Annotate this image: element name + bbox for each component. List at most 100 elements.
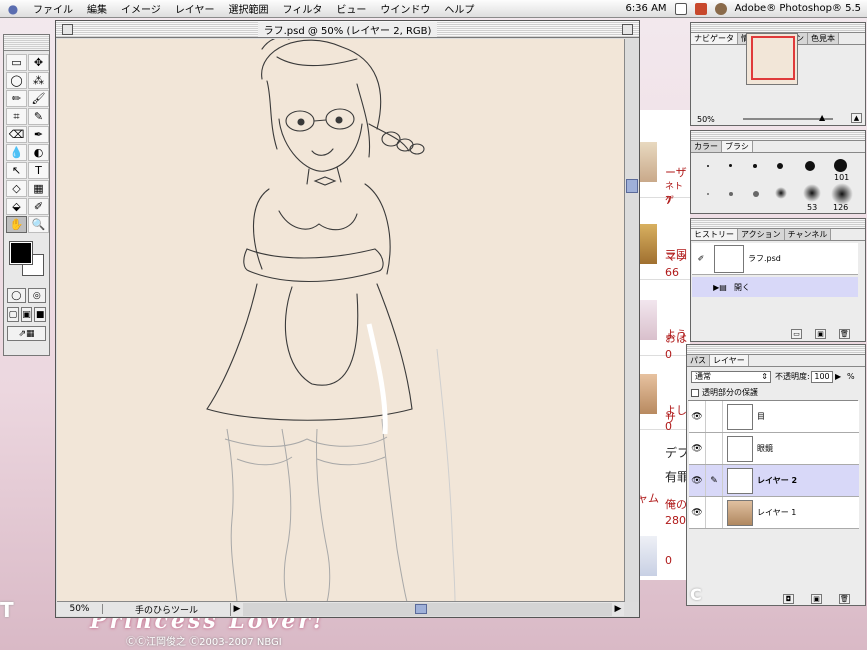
menu-layer[interactable]: レイヤー: [168, 1, 222, 16]
canvas[interactable]: [57, 39, 624, 602]
history-step[interactable]: ▶▤ 開く: [692, 277, 858, 297]
eye-icon[interactable]: 👁: [689, 412, 705, 422]
opacity-input[interactable]: 100: [811, 371, 833, 383]
eye-icon[interactable]: 👁: [689, 508, 705, 518]
tab-swatches[interactable]: 色見本: [808, 33, 839, 44]
blur-tool-icon[interactable]: 💧: [6, 144, 27, 161]
brush-tip[interactable]: [803, 184, 821, 202]
vertical-scrollbar[interactable]: [624, 39, 639, 602]
eye-icon[interactable]: 👁: [689, 444, 705, 454]
menu-select[interactable]: 選択範囲: [222, 1, 276, 16]
app-name[interactable]: Adobe® Photoshop® 5.5: [735, 3, 861, 14]
apple-menu-icon[interactable]: ●: [0, 2, 26, 16]
tab-brushes[interactable]: ブラシ: [722, 141, 753, 152]
trash-icon[interactable]: 🗑: [839, 329, 850, 339]
brush-tip[interactable]: [834, 159, 847, 172]
marquee-tool-icon[interactable]: ▭: [6, 54, 27, 71]
standard-mode-icon[interactable]: ◯: [7, 288, 26, 303]
stamp-tool-icon[interactable]: ⌗: [6, 108, 27, 125]
palette-titlebar[interactable]: [691, 219, 865, 229]
type-tool-icon[interactable]: T: [28, 162, 49, 179]
foreground-color[interactable]: [9, 241, 33, 265]
vertical-scroll-thumb[interactable]: [626, 179, 638, 193]
history-brush-source-icon[interactable]: ✐: [692, 254, 710, 263]
paint-bucket-icon[interactable]: ⬙: [6, 198, 27, 215]
eyedropper-icon[interactable]: ✐: [28, 198, 49, 215]
airbrush-tool-icon[interactable]: ✏: [6, 90, 27, 107]
screen-mode-standard-icon[interactable]: ▢: [7, 307, 19, 322]
navigator-preview[interactable]: [746, 33, 798, 85]
eye-icon[interactable]: 👁: [689, 476, 705, 486]
paintbrush-icon[interactable]: ✎: [705, 465, 723, 496]
add-mask-icon[interactable]: ◘: [783, 594, 794, 604]
tab-actions[interactable]: アクション: [738, 229, 785, 240]
palette-titlebar[interactable]: [691, 131, 865, 141]
measure-tool-icon[interactable]: ◇: [6, 180, 27, 197]
menu-image[interactable]: イメージ: [114, 1, 168, 16]
menu-filter[interactable]: フィルタ: [276, 1, 330, 16]
dodge-tool-icon[interactable]: ◐: [28, 144, 49, 161]
palette-titlebar[interactable]: [691, 23, 865, 33]
zoom-tool-icon[interactable]: 🔍: [28, 216, 49, 233]
path-select-icon[interactable]: ↖: [6, 162, 27, 179]
tab-color[interactable]: カラー: [691, 141, 722, 152]
status-arrow-icon[interactable]: ▶: [231, 604, 243, 614]
palette-titlebar[interactable]: [687, 345, 865, 355]
history-snapshot[interactable]: ✐ ラフ.psd: [692, 243, 858, 275]
zoom-slider-thumb-icon[interactable]: ▲: [819, 113, 825, 122]
jump-to-imageready-icon[interactable]: ⇗▦: [7, 326, 46, 341]
brush-tool-icon[interactable]: 🖌: [28, 90, 49, 107]
layer-row[interactable]: 👁 レイヤー 1: [689, 497, 859, 529]
navigator-zoom[interactable]: 50%: [697, 115, 715, 124]
brush-tip[interactable]: [753, 164, 757, 168]
menu-file[interactable]: ファイル: [26, 1, 80, 16]
view-frame[interactable]: [751, 36, 795, 80]
pencil-tool-icon[interactable]: ✒: [28, 126, 49, 143]
brush-tip[interactable]: [707, 165, 709, 167]
layer-link-slot[interactable]: [705, 497, 723, 528]
layer-row[interactable]: 👁 ✎ レイヤー 2: [689, 465, 859, 497]
horizontal-scroll-thumb[interactable]: [415, 603, 427, 614]
history-brush-icon[interactable]: ✎: [28, 108, 49, 125]
opacity-arrow-icon[interactable]: ▶: [835, 371, 841, 383]
lasso-tool-icon[interactable]: ◯: [6, 72, 27, 89]
brush-tip[interactable]: [775, 187, 787, 199]
brush-tip[interactable]: [805, 161, 815, 171]
toolbox-titlebar[interactable]: [4, 35, 49, 51]
screen-mode-full-icon[interactable]: ■: [34, 307, 47, 322]
brush-tip[interactable]: [707, 193, 709, 195]
document-titlebar[interactable]: ラフ.psd @ 50% (レイヤー 2, RGB): [56, 21, 639, 38]
tab-navigator[interactable]: ナビゲータ: [691, 33, 738, 44]
horizontal-scrollbar[interactable]: [243, 602, 612, 616]
new-snapshot-icon[interactable]: ▣: [815, 329, 826, 339]
hand-tool-icon[interactable]: ✋: [6, 216, 27, 233]
brush-tip[interactable]: [729, 164, 732, 167]
menu-edit[interactable]: 編集: [80, 1, 114, 16]
magic-wand-icon[interactable]: ⁂: [28, 72, 49, 89]
menu-window[interactable]: ウインドウ: [373, 1, 437, 16]
tab-layers[interactable]: レイヤー: [710, 355, 749, 366]
screen-mode-menu-icon[interactable]: ▣: [20, 307, 33, 322]
eraser-tool-icon[interactable]: ⌫: [6, 126, 27, 143]
menu-view[interactable]: ビュー: [329, 1, 373, 16]
brush-tip[interactable]: [729, 192, 733, 196]
brush-tip[interactable]: [831, 183, 853, 205]
tab-channels[interactable]: チャンネル: [784, 229, 832, 240]
brush-tip[interactable]: [777, 163, 783, 169]
close-box-icon[interactable]: [62, 24, 73, 35]
quickmask-mode-icon[interactable]: ◎: [27, 288, 46, 303]
trash-icon[interactable]: 🗑: [839, 594, 850, 604]
zoom-box-icon[interactable]: [622, 24, 633, 35]
layer-row[interactable]: 👁 目: [689, 401, 859, 433]
preserve-transparency-checkbox[interactable]: [691, 388, 699, 397]
move-tool-icon[interactable]: ✥: [28, 54, 49, 71]
menu-help[interactable]: ヘルプ: [437, 1, 481, 16]
status-info[interactable]: 手のひらツール: [103, 602, 231, 616]
layer-link-slot[interactable]: [705, 401, 723, 432]
preserve-transparency[interactable]: 透明部分の保護: [691, 387, 758, 398]
new-document-icon[interactable]: ▭: [791, 329, 802, 339]
blend-mode-select[interactable]: 通常 ⇕: [691, 371, 771, 383]
app-switch-icon[interactable]: [694, 2, 707, 15]
brush-tip[interactable]: [753, 191, 759, 197]
zoom-in-icon[interactable]: ▲: [851, 113, 862, 123]
